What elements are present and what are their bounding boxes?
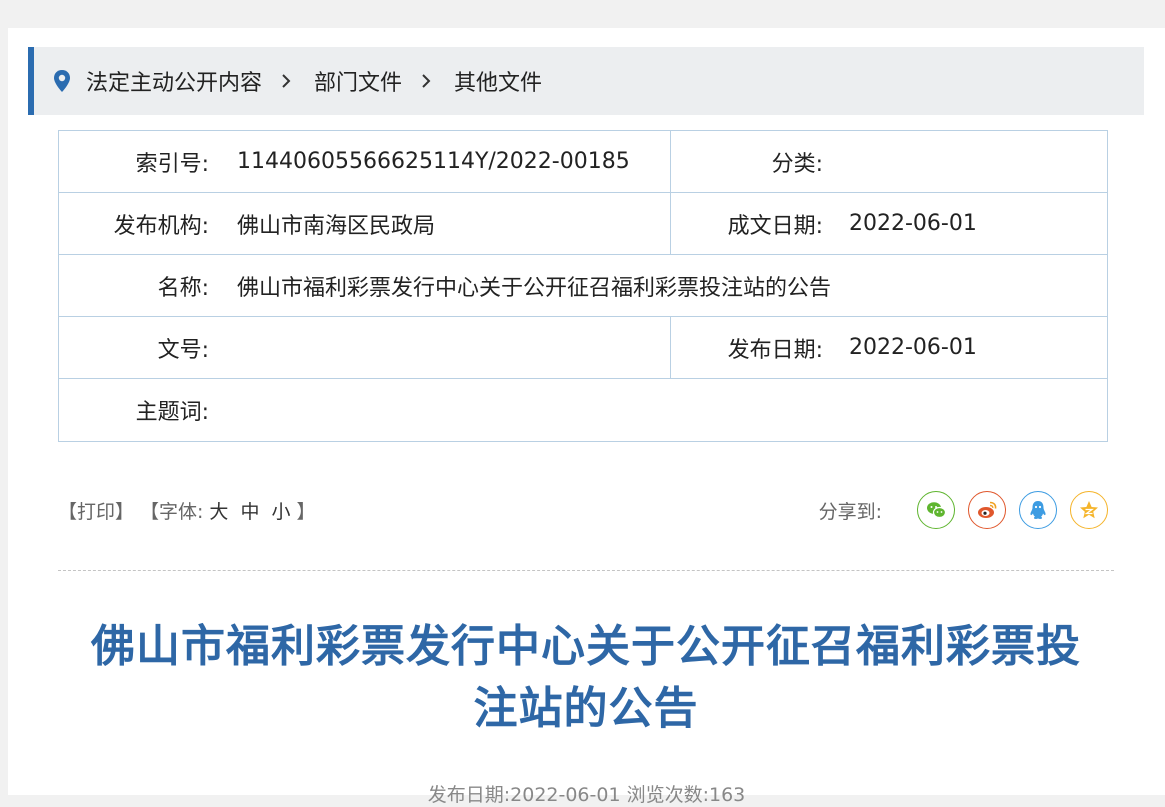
dashed-divider xyxy=(58,570,1114,571)
qzone-icon xyxy=(1080,501,1098,519)
doc-no-label: 文号: xyxy=(157,337,209,363)
meta-row-subject: 主题词: xyxy=(59,379,1107,441)
font-small-button[interactable]: 小 xyxy=(271,497,290,524)
subject-value xyxy=(237,379,1107,441)
article-title: 佛山市福利彩票发行中心关于公开征召福利彩票投 注站的公告 xyxy=(48,616,1124,740)
article-tools: 【打印】 【字体: 大 中 小 】 分享到: xyxy=(58,490,1108,530)
name-value: 佛山市福利彩票发行中心关于公开征召福利彩票投注站的公告 xyxy=(237,275,832,301)
font-large-button[interactable]: 大 xyxy=(209,497,228,524)
share-label: 分享到: xyxy=(818,500,882,523)
category-label: 分类: xyxy=(771,151,823,177)
print-font-tools: 【打印】 【字体: 大 中 小 】 xyxy=(58,497,315,524)
breadcrumb-item-department-docs[interactable]: 部门文件 xyxy=(314,65,402,97)
written-date-value: 2022-06-01 xyxy=(849,211,977,236)
wechat-share-button[interactable] xyxy=(917,491,955,529)
publisher-label: 发布机构: xyxy=(113,213,209,239)
meta-row-doc-no: 文号: 发布日期: 2022-06-01 xyxy=(59,317,1107,379)
qzone-share-button[interactable] xyxy=(1070,491,1108,529)
meta-row-name: 名称: 佛山市福利彩票发行中心关于公开征召福利彩票投注站的公告 xyxy=(59,255,1107,317)
publish-date-value: 2022-06-01 xyxy=(849,335,977,360)
weibo-share-button[interactable] xyxy=(968,491,1006,529)
article-publish-info: 发布日期:2022-06-01 浏览次数:163 xyxy=(427,784,746,806)
breadcrumb: 法定主动公开内容 部门文件 其他文件 xyxy=(28,47,1144,115)
wechat-icon xyxy=(927,502,947,519)
article-title-line-2: 注站的公告 xyxy=(473,683,699,734)
document-meta-table: 索引号: 11440605566625114Y/2022-00185 分类: 发… xyxy=(58,130,1108,442)
location-pin-icon xyxy=(54,70,70,92)
font-size-label: 【字体: xyxy=(140,500,204,523)
publisher-value: 佛山市南海区民政局 xyxy=(237,193,671,254)
name-label: 名称: xyxy=(157,275,209,301)
breadcrumb-item-public-content[interactable]: 法定主动公开内容 xyxy=(86,65,262,97)
font-medium-button[interactable]: 中 xyxy=(240,497,259,524)
chevron-right-icon xyxy=(282,74,291,88)
written-date-label: 成文日期: xyxy=(727,213,823,239)
doc-no-value xyxy=(237,317,671,378)
index-label: 索引号: xyxy=(135,151,209,177)
breadcrumb-item-other-docs[interactable]: 其他文件 xyxy=(454,65,542,97)
chevron-right-icon xyxy=(422,74,431,88)
meta-row-index: 索引号: 11440605566625114Y/2022-00185 分类: xyxy=(59,131,1107,193)
font-size-close: 】 xyxy=(296,500,316,523)
article-title-line-1: 佛山市福利彩票发行中心关于公开征召福利彩票投 xyxy=(91,621,1081,672)
index-value: 11440605566625114Y/2022-00185 xyxy=(237,131,671,192)
publish-date-label: 发布日期: xyxy=(727,337,823,363)
category-value xyxy=(849,131,1107,192)
qq-share-button[interactable] xyxy=(1019,491,1057,529)
page: 法定主动公开内容 部门文件 其他文件 索引号: 1144060556662511… xyxy=(8,28,1165,806)
subject-label: 主题词: xyxy=(135,400,209,425)
print-button[interactable]: 【打印】 xyxy=(58,497,134,524)
weibo-icon xyxy=(978,501,997,518)
share-bar: 分享到: xyxy=(819,491,1108,529)
qq-icon xyxy=(1030,501,1046,519)
meta-row-publisher: 发布机构: 佛山市南海区民政局 成文日期: 2022-06-01 xyxy=(59,193,1107,255)
